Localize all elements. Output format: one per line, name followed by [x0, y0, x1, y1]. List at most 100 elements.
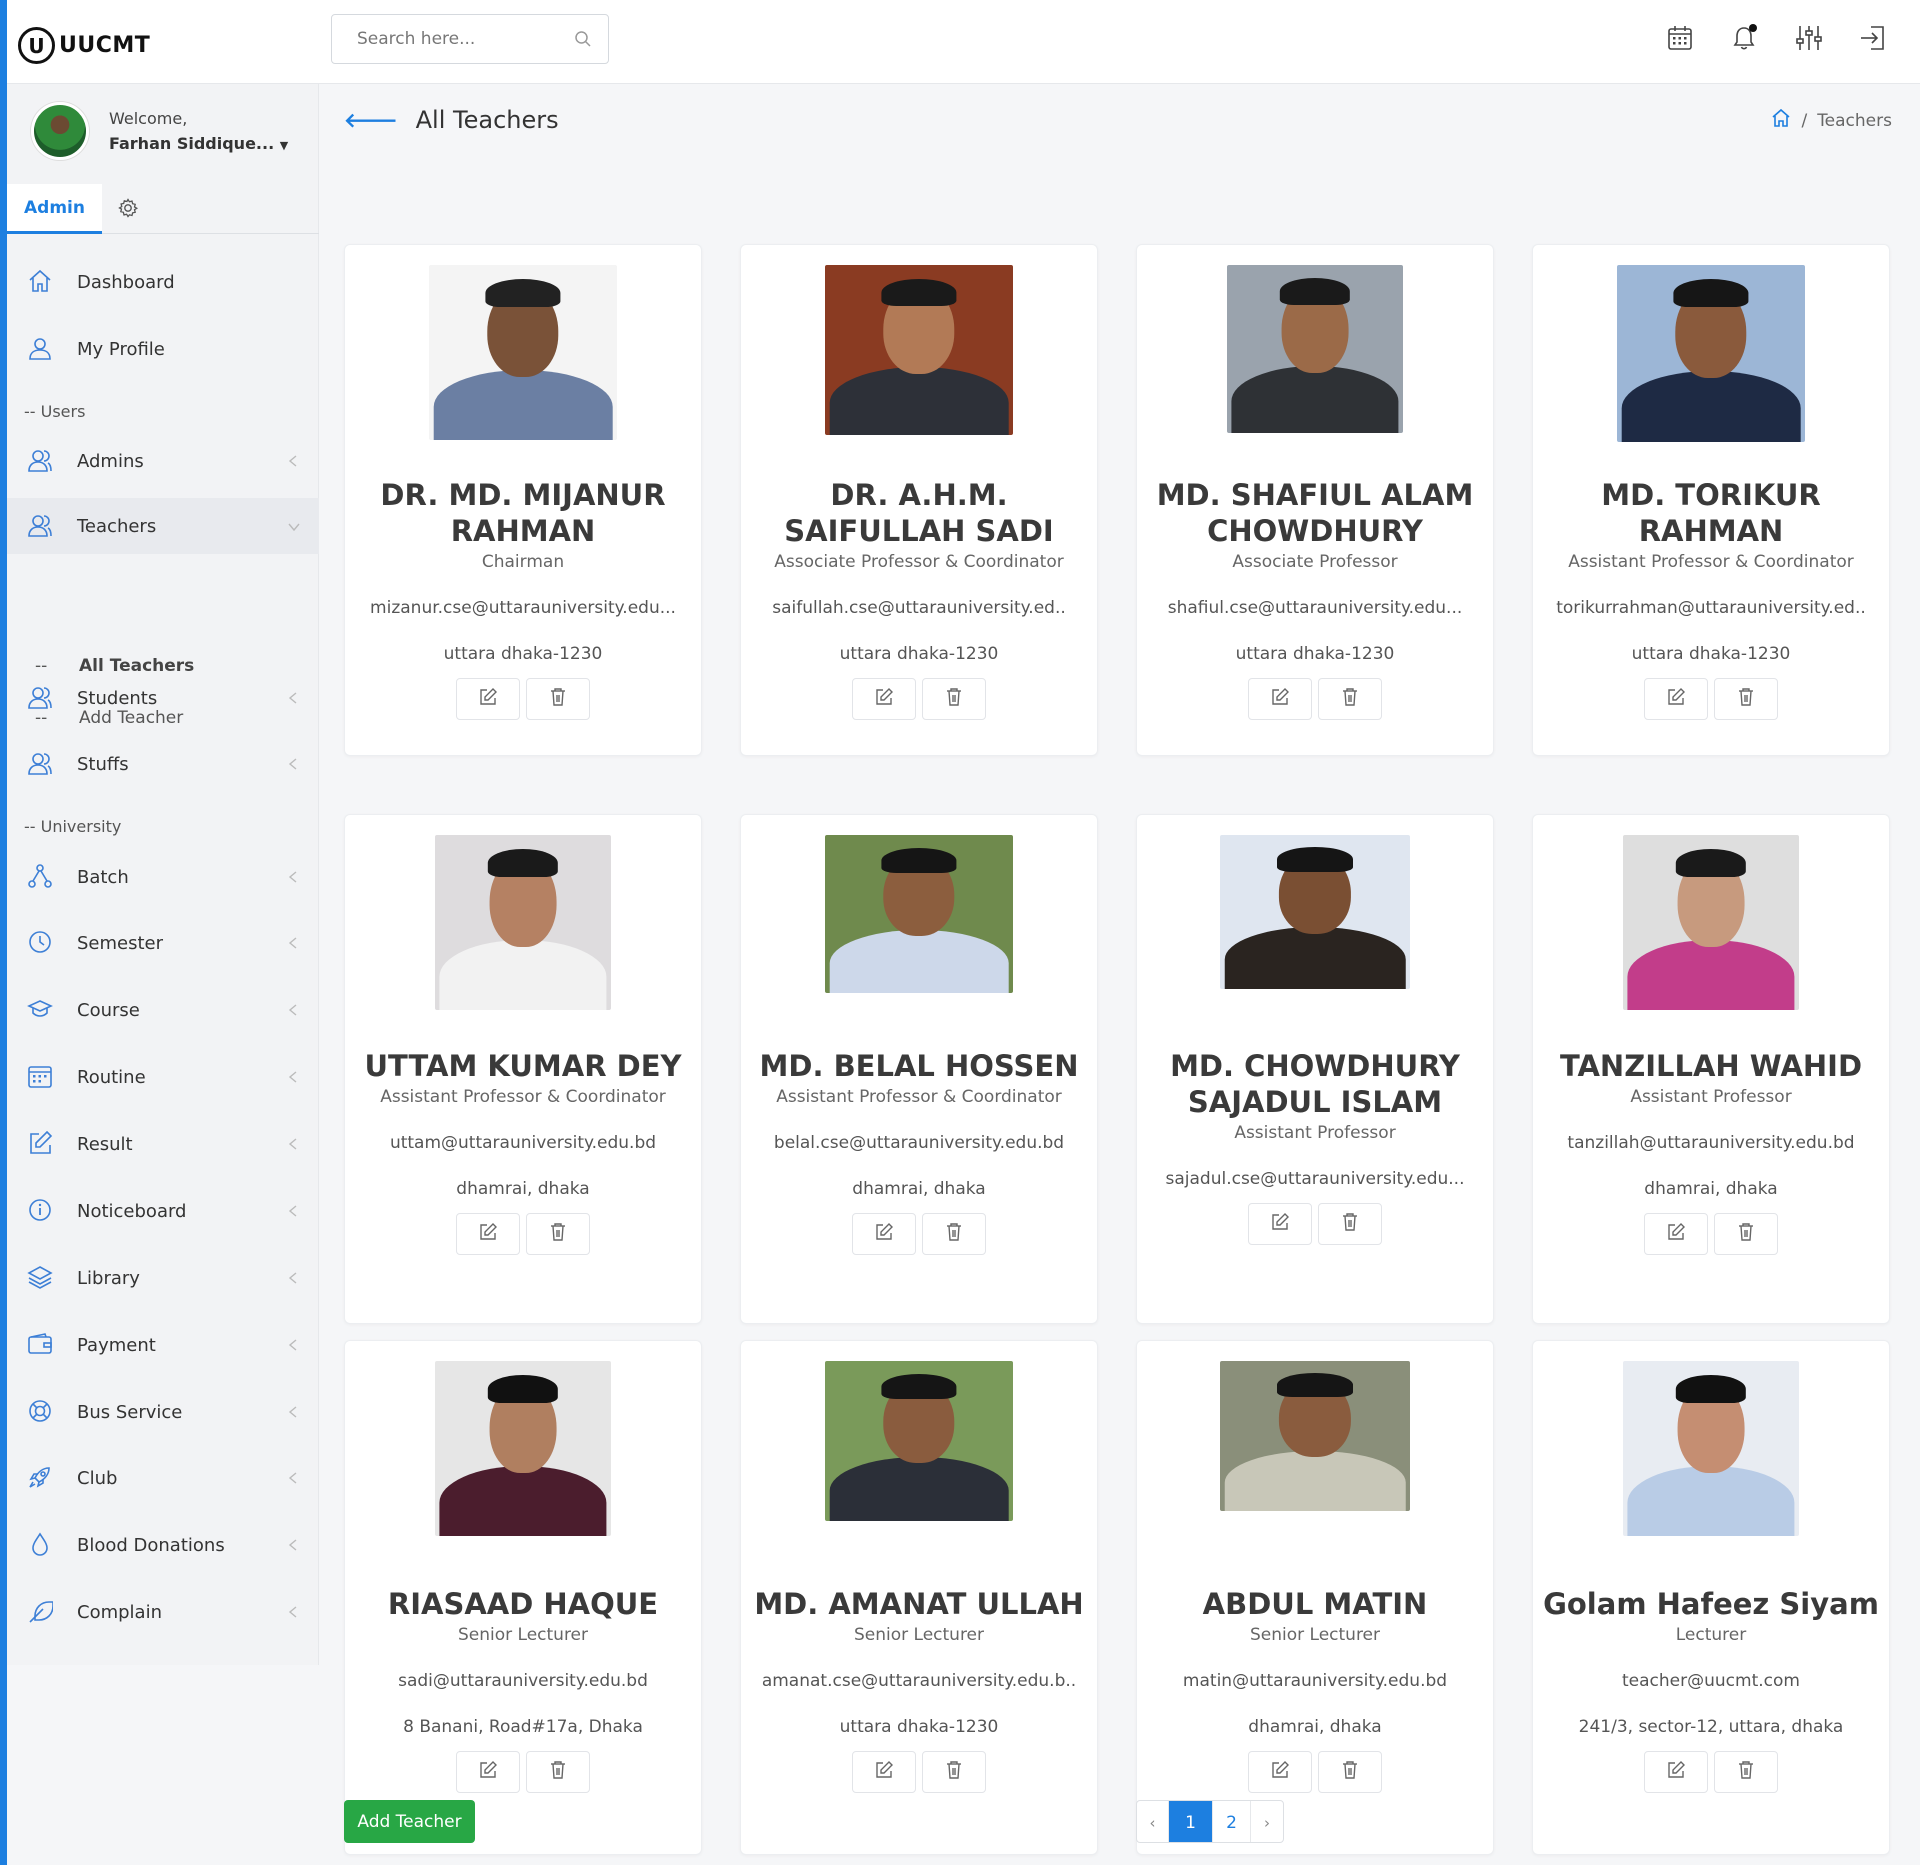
chevron-down-icon: [287, 518, 301, 537]
tab-admin[interactable]: Admin: [7, 184, 102, 234]
edit-button[interactable]: [456, 1751, 520, 1793]
teacher-card: Golam Hafeez Siyam Lecturer teacher@uucmt.…: [1532, 1340, 1890, 1855]
edit-button[interactable]: [1644, 1213, 1708, 1255]
sidebar-item-label: Students: [77, 687, 158, 709]
edit-icon: [478, 1760, 498, 1784]
calendar-icon[interactable]: [1664, 22, 1696, 54]
search-icon[interactable]: [574, 30, 592, 52]
delete-button[interactable]: [1714, 1213, 1778, 1255]
sidebar-item-bus-service[interactable]: Bus Service: [7, 1384, 319, 1440]
edit-icon: [478, 1222, 498, 1246]
sidebar: Welcome, Farhan Siddique... ▼ Admin Dash…: [0, 84, 319, 1665]
search-input[interactable]: [332, 15, 552, 63]
edit-button[interactable]: [1248, 1203, 1312, 1245]
teacher-photo: [1227, 265, 1403, 433]
edit-button[interactable]: [852, 678, 916, 720]
sidebar-item-teachers[interactable]: Teachers: [0, 498, 319, 554]
teacher-address: uttara dhaka-1230: [1235, 644, 1395, 664]
delete-button[interactable]: [922, 1213, 986, 1255]
delete-button[interactable]: [922, 678, 986, 720]
delete-button[interactable]: [1714, 678, 1778, 720]
page-header: 🡐 All Teachers: [344, 106, 559, 134]
sidebar-tabs: Admin: [7, 184, 319, 234]
delete-button[interactable]: [1318, 678, 1382, 720]
back-arrow-icon[interactable]: 🡐: [344, 108, 398, 132]
sidebar-item-label: Library: [77, 1267, 140, 1289]
add-teacher-button[interactable]: Add Teacher: [344, 1800, 475, 1843]
sidebar-item-label: Complain: [77, 1601, 162, 1623]
sidebar-item-complain[interactable]: Complain: [7, 1584, 319, 1640]
sidebar-item-semester[interactable]: Semester: [7, 915, 319, 971]
sidebar-item-label: Course: [77, 999, 140, 1021]
user-panel[interactable]: Welcome, Farhan Siddique... ▼: [31, 102, 288, 160]
delete-button[interactable]: [526, 1213, 590, 1255]
sidebar-item-blood-donations[interactable]: Blood Donations: [7, 1517, 319, 1573]
sidebar-item-noticeboard[interactable]: Noticeboard: [7, 1183, 319, 1239]
sidebar-item-label: Routine: [77, 1066, 146, 1088]
sidebar-item-routine[interactable]: Routine: [7, 1049, 319, 1105]
delete-button[interactable]: [1318, 1751, 1382, 1793]
delete-button[interactable]: [526, 678, 590, 720]
pagination-next[interactable]: ›: [1251, 1801, 1283, 1842]
sidebar-item-payment[interactable]: Payment: [7, 1317, 319, 1373]
welcome-text: Welcome,: [109, 109, 188, 128]
users-icon: [27, 512, 53, 542]
chevron-left-icon: [287, 1604, 299, 1623]
edit-button[interactable]: [1248, 678, 1312, 720]
sidebar-item-stuffs[interactable]: Stuffs: [7, 736, 319, 792]
pagination-page-1[interactable]: 1: [1169, 1801, 1213, 1842]
logo[interactable]: U UUCMT: [18, 27, 150, 64]
sidebar-item-course[interactable]: Course: [7, 982, 319, 1038]
sidebar-item-batch[interactable]: Batch: [7, 849, 319, 905]
breadcrumb-separator: /: [1801, 110, 1808, 131]
home-icon[interactable]: [1771, 108, 1791, 133]
chevron-left-icon: [287, 690, 299, 709]
teacher-designation: Senior Lecturer: [853, 1625, 985, 1645]
teacher-card: MD. AMANAT ULLAH Senior Lecturer amanat.cs…: [740, 1340, 1098, 1855]
pagination-page-2[interactable]: 2: [1213, 1801, 1251, 1842]
page-title: All Teachers: [415, 106, 559, 134]
sidebar-item-library[interactable]: Library: [7, 1250, 319, 1306]
edit-icon: [478, 687, 498, 711]
edit-button[interactable]: [456, 678, 520, 720]
edit-button[interactable]: [1248, 1751, 1312, 1793]
card-actions: [741, 1751, 1097, 1793]
trash-icon: [1737, 687, 1755, 711]
sidebar-item-club[interactable]: Club: [7, 1450, 319, 1506]
edit-button[interactable]: [852, 1751, 916, 1793]
users-icon: [27, 750, 53, 780]
edit-icon: [1666, 1222, 1686, 1246]
teacher-address: 241/3, sector-12, uttara, dhaka: [1578, 1717, 1844, 1737]
logout-icon[interactable]: [1857, 22, 1889, 54]
card-actions: [345, 1213, 701, 1255]
delete-button[interactable]: [1318, 1203, 1382, 1245]
sidebar-item-my-profile[interactable]: My Profile: [7, 321, 319, 377]
edit-button[interactable]: [852, 1213, 916, 1255]
chevron-left-icon: [287, 1136, 299, 1155]
teacher-photo: [825, 265, 1013, 435]
trash-icon: [1341, 1760, 1359, 1784]
teacher-name: Golam Hafeez Siyam: [1543, 1587, 1879, 1621]
user-name-dropdown[interactable]: Farhan Siddique... ▼: [109, 134, 288, 153]
gear-icon[interactable]: [117, 197, 139, 223]
edit-button[interactable]: [456, 1213, 520, 1255]
edit-button[interactable]: [1644, 1751, 1708, 1793]
sidebar-item-label: Blood Donations: [77, 1534, 225, 1556]
teacher-name: RIASAAD HAQUE: [387, 1587, 659, 1621]
delete-button[interactable]: [922, 1751, 986, 1793]
sliders-icon[interactable]: [1793, 22, 1825, 54]
sidebar-item-label: Dashboard: [77, 271, 175, 293]
delete-button[interactable]: [526, 1751, 590, 1793]
sidebar-item-admins[interactable]: Admins: [7, 433, 319, 489]
edit-button[interactable]: [1644, 678, 1708, 720]
delete-button[interactable]: [1714, 1751, 1778, 1793]
edit-icon: [1270, 1760, 1290, 1784]
sidebar-item-students[interactable]: Students: [7, 670, 319, 726]
teacher-designation: Chairman: [481, 552, 565, 572]
sidebar-item-result[interactable]: Result: [7, 1116, 319, 1172]
sidebar-item-dashboard[interactable]: Dashboard: [7, 254, 319, 310]
pagination-prev[interactable]: ‹: [1137, 1801, 1169, 1842]
bell-icon[interactable]: [1729, 22, 1761, 54]
teacher-designation: Lecturer: [1675, 1625, 1747, 1645]
teacher-card: DR. A.H.M. SAIFULLAH SADI Associate Profe…: [740, 244, 1098, 756]
